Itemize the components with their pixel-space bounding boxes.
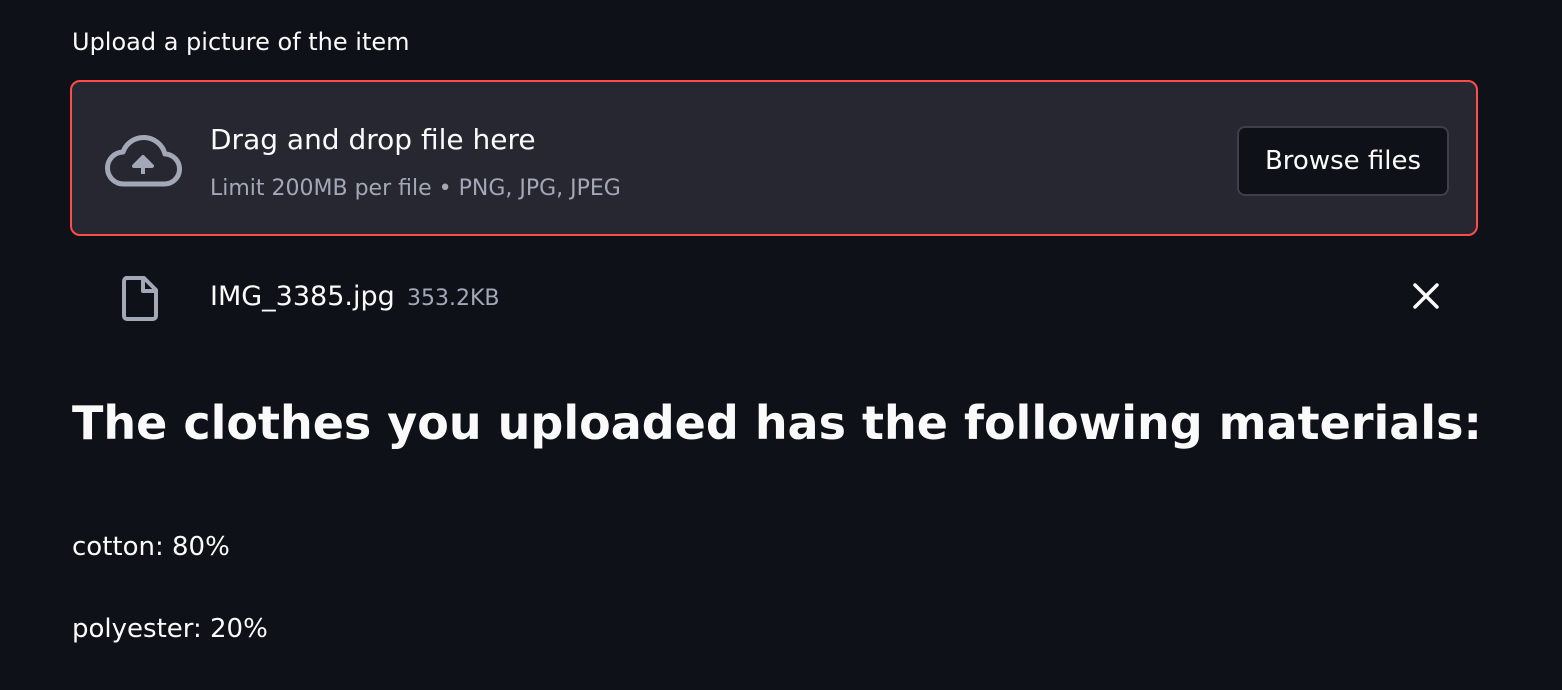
file-dropzone[interactable]: Drag and drop file here Limit 200MB per …: [70, 80, 1478, 236]
results-heading: The clothes you uploaded has the followi…: [72, 396, 1482, 450]
browse-files-button[interactable]: Browse files: [1237, 126, 1449, 196]
material-item-cotton: cotton: 80%: [72, 532, 230, 562]
cloud-upload-icon: [104, 134, 182, 188]
material-item-polyester: polyester: 20%: [72, 614, 268, 644]
file-size: 353.2KB: [407, 286, 500, 311]
app-page: Upload a picture of the item Drag and dr…: [0, 0, 1562, 690]
dropzone-limit-text: Limit 200MB per file • PNG, JPG, JPEG: [210, 176, 621, 201]
file-icon: [120, 274, 160, 322]
file-name: IMG_3385.jpg: [210, 281, 395, 312]
uploader-label: Upload a picture of the item: [72, 28, 410, 56]
close-icon: [1406, 283, 1446, 319]
remove-file-button[interactable]: [1406, 276, 1446, 316]
dropzone-title: Drag and drop file here: [210, 123, 536, 156]
uploaded-file-row: IMG_3385.jpg 353.2KB: [70, 262, 1478, 332]
